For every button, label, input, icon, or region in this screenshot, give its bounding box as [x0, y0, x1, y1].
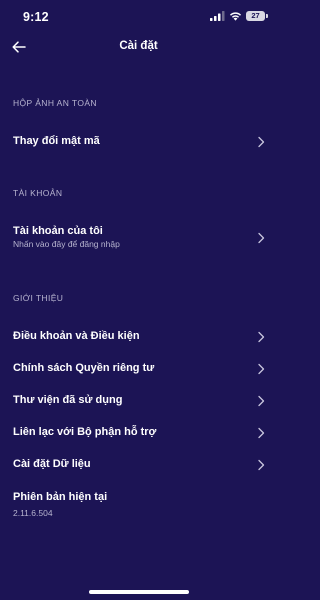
page-title: Cài đặt [119, 40, 158, 52]
battery-icon: 27 [246, 11, 268, 21]
libraries-row[interactable]: Thư viện đã sử dụng [0, 387, 277, 415]
wifi-icon [230, 12, 241, 21]
chevron-right-icon [258, 136, 265, 148]
privacy-label: Chính sách Quyền riêng tư [13, 362, 155, 374]
section-header-safe-box: HỘP ẢNH AN TOÀN [13, 98, 97, 108]
version-label: Phiên bản hiện tại [13, 491, 108, 503]
support-row[interactable]: Liên lạc với Bộ phận hỗ trợ [0, 419, 277, 447]
chevron-right-icon [258, 459, 265, 471]
data-settings-label: Cài đặt Dữ liệu [13, 458, 91, 470]
status-icons: 27 [210, 11, 268, 21]
section-header-about: GIỚI THIỆU [13, 293, 64, 303]
libraries-label: Thư viện đã sử dụng [13, 394, 123, 406]
data-settings-row[interactable]: Cài đặt Dữ liệu [0, 451, 277, 479]
status-time: 9:12 [23, 10, 49, 24]
section-header-account: TÀI KHOẢN [13, 188, 63, 198]
terms-label: Điều khoản và Điều kiện [13, 330, 140, 342]
change-passcode-row[interactable]: Thay đổi mật mã [0, 128, 277, 156]
chevron-right-icon [258, 331, 265, 343]
signal-icon [210, 11, 225, 21]
chevron-right-icon [258, 363, 265, 375]
chevron-right-icon [258, 395, 265, 407]
terms-row[interactable]: Điều khoản và Điều kiện [0, 323, 277, 351]
support-label: Liên lạc với Bộ phận hỗ trợ [13, 426, 157, 438]
chevron-right-icon [258, 232, 265, 244]
chevron-right-icon [258, 427, 265, 439]
version-value: 2.11.6.504 [13, 508, 53, 518]
my-account-label: Tài khoản của tôi [13, 225, 103, 237]
version-row: Phiên bản hiện tại 2.11.6.504 [0, 484, 277, 524]
my-account-subtitle: Nhấn vào đây để đăng nhập [13, 239, 120, 249]
my-account-row[interactable]: Tài khoản của tôi Nhấn vào đây để đăng n… [0, 218, 277, 258]
home-indicator [89, 590, 189, 594]
change-passcode-label: Thay đổi mật mã [13, 135, 100, 147]
privacy-row[interactable]: Chính sách Quyền riêng tư [0, 355, 277, 383]
status-bar: 9:12 27 [0, 0, 277, 30]
nav-bar: Cài đặt [0, 30, 277, 64]
